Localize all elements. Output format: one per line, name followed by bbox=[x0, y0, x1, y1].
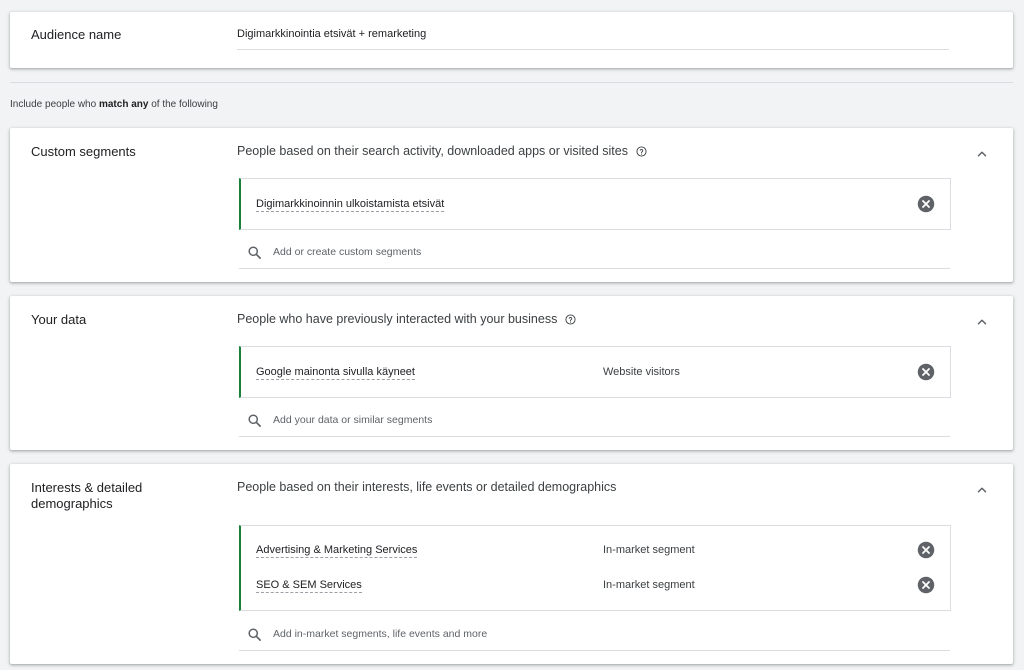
close-circle-icon[interactable] bbox=[917, 541, 935, 559]
interests-description-text: People based on their interests, life ev… bbox=[237, 480, 617, 494]
custom-segments-description: People based on their search activity, d… bbox=[237, 144, 647, 158]
your-data-selection: Google mainonta sivulla käyneet Website … bbox=[239, 346, 951, 398]
help-circle-icon[interactable] bbox=[636, 145, 647, 157]
audience-name-card: Audience name Digimarkkinointia etsivät … bbox=[10, 12, 1013, 68]
interests-search-input[interactable] bbox=[273, 626, 933, 642]
interests-title: Interests & detailed demographics bbox=[31, 480, 142, 512]
segment-type: Website visitors bbox=[603, 366, 680, 378]
help-circle-icon[interactable] bbox=[565, 313, 576, 325]
interests-selection: Advertising & Marketing Services In-mark… bbox=[239, 525, 951, 611]
selected-segment-label[interactable]: Google mainonta sivulla käyneet bbox=[256, 365, 415, 380]
selected-segment-label[interactable]: Digimarkkinoinnin ulkoistamista etsivät bbox=[256, 197, 445, 212]
interests-title-line2: demographics bbox=[31, 496, 113, 511]
include-bold: match any bbox=[98, 99, 149, 110]
selected-segment-row: Google mainonta sivulla käyneet Website … bbox=[241, 347, 950, 397]
include-suffix: of the following bbox=[148, 99, 218, 110]
selected-segment-label[interactable]: Advertising & Marketing Services bbox=[256, 543, 418, 558]
search-icon bbox=[248, 414, 261, 427]
your-data-description-text: People who have previously interacted wi… bbox=[237, 312, 558, 326]
custom-segments-search bbox=[239, 238, 950, 269]
custom-segments-title: Custom segments bbox=[31, 144, 136, 159]
divider bbox=[10, 82, 1013, 83]
segment-type: In-market segment bbox=[603, 579, 695, 591]
close-circle-icon[interactable] bbox=[917, 363, 935, 381]
custom-segments-selection: Digimarkkinoinnin ulkoistamista etsivät bbox=[239, 178, 951, 230]
your-data-card: Your data People who have previously int… bbox=[10, 296, 1013, 450]
include-prefix: Include people who bbox=[10, 99, 99, 110]
chevron-up-icon[interactable] bbox=[975, 147, 989, 161]
close-circle-icon[interactable] bbox=[917, 576, 935, 594]
custom-segments-description-text: People based on their search activity, d… bbox=[237, 144, 628, 158]
audience-name-underline bbox=[237, 49, 949, 50]
selected-segment-row: Advertising & Marketing Services In-mark… bbox=[241, 533, 950, 568]
your-data-title: Your data bbox=[31, 312, 87, 327]
search-icon bbox=[248, 246, 261, 259]
selected-segment-row: SEO & SEM Services In-market segment bbox=[241, 568, 950, 603]
include-rule-text: Include people who match any of the foll… bbox=[10, 99, 218, 110]
selected-segment-row: Digimarkkinoinnin ulkoistamista etsivät bbox=[241, 179, 950, 229]
custom-segments-card: Custom segments People based on their se… bbox=[10, 128, 1013, 282]
interests-search bbox=[239, 620, 950, 651]
audience-name-input[interactable]: Digimarkkinointia etsivät + remarketing bbox=[237, 28, 426, 40]
selected-segment-label[interactable]: SEO & SEM Services bbox=[256, 578, 362, 593]
custom-segments-search-input[interactable] bbox=[273, 244, 933, 260]
interests-title-line1: Interests & detailed bbox=[31, 480, 143, 495]
interests-description: People based on their interests, life ev… bbox=[237, 480, 616, 494]
your-data-search bbox=[239, 406, 950, 437]
interests-card: Interests & detailed demographics People… bbox=[10, 464, 1013, 664]
audience-name-label: Audience name bbox=[31, 27, 122, 42]
your-data-description: People who have previously interacted wi… bbox=[237, 312, 576, 326]
your-data-search-input[interactable] bbox=[273, 412, 933, 428]
chevron-up-icon[interactable] bbox=[975, 315, 989, 329]
chevron-up-icon[interactable] bbox=[975, 483, 989, 497]
search-icon bbox=[248, 628, 261, 641]
close-circle-icon[interactable] bbox=[917, 195, 935, 213]
segment-type: In-market segment bbox=[603, 544, 695, 556]
